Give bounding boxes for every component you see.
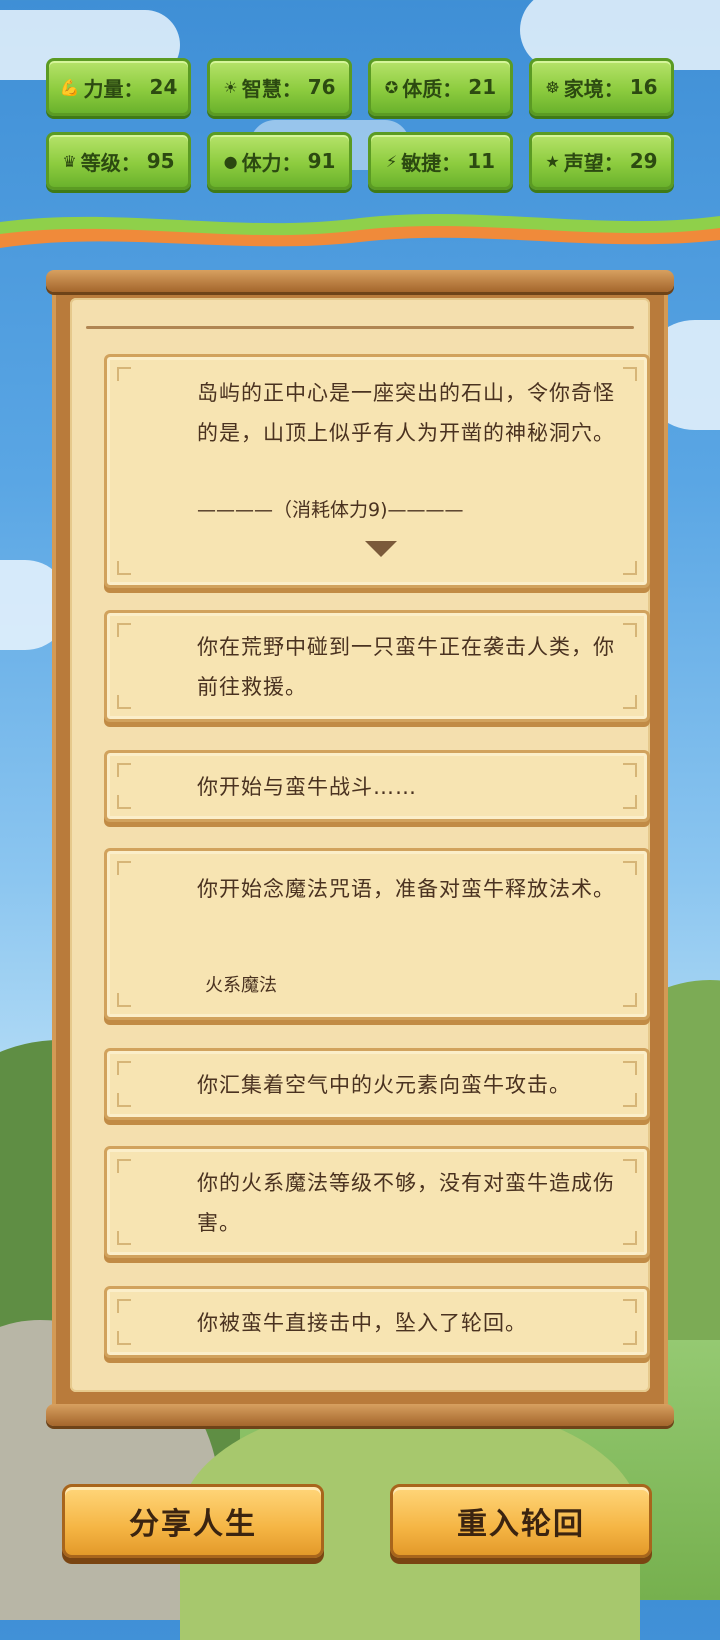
share-life-button[interactable]: 分享人生	[62, 1484, 324, 1558]
event-text: 你开始念魔法咒语，准备对蛮牛释放法术。	[197, 877, 615, 901]
event-text: 你开始与蛮牛战斗……	[197, 775, 417, 799]
stat-level: ♛ 等级： 95	[46, 132, 191, 190]
event-card-2: 你在荒野中碰到一只蛮牛正在袭击人类，你前往救援。	[104, 610, 650, 722]
stat-label: 体力：	[241, 150, 302, 175]
event-card-4: 你开始念魔法咒语，准备对蛮牛释放法术。 火系魔法	[104, 848, 650, 1020]
stat-value: 16	[629, 75, 658, 99]
wisdom-icon: ☀	[223, 77, 238, 97]
stats-panel: 💪 力量： 24 ☀ 智慧： 76 ✪ 体质： 21 ☸ 家境： 16 ♛ 等级： 95 ● 体力： 9…	[46, 58, 674, 190]
stat-value: 24	[149, 75, 178, 99]
stat-label: 力量：	[83, 76, 144, 101]
stat-value: 76	[307, 75, 336, 99]
stat-label: 敏捷：	[401, 150, 462, 175]
event-text: 你被蛮牛直接击中，坠入了轮回。	[197, 1311, 527, 1335]
event-card-3: 你开始与蛮牛战斗……	[104, 750, 650, 822]
spell-type: 火系魔法	[205, 975, 277, 996]
stat-value: 95	[146, 149, 175, 173]
stat-value: 91	[307, 149, 336, 173]
event-card-6: 你的火系魔法等级不够，没有对蛮牛造成伤害。	[104, 1146, 650, 1258]
scroll-paper: 岛屿的正中心是一座突出的石山，令你奇怪的是，山顶上似乎有人为开凿的神秘洞穴。 —…	[70, 298, 650, 1392]
stat-label: 等级：	[80, 150, 141, 175]
reincarnate-button[interactable]: 重入轮回	[390, 1484, 652, 1558]
event-text: 你的火系魔法等级不够，没有对蛮牛造成伤害。	[197, 1171, 615, 1235]
event-scroll-panel[interactable]: 岛屿的正中心是一座突出的石山，令你奇怪的是，山顶上似乎有人为开凿的神秘洞穴。 —…	[46, 270, 674, 1426]
stat-label: 家境：	[563, 76, 624, 101]
divider	[86, 326, 634, 329]
event-card-1: 岛屿的正中心是一座突出的石山，令你奇怪的是，山顶上似乎有人为开凿的神秘洞穴。 —…	[104, 354, 650, 588]
stat-value: 21	[468, 75, 497, 99]
event-text: 岛屿的正中心是一座突出的石山，令你奇怪的是，山顶上似乎有人为开凿的神秘洞穴。	[197, 381, 615, 445]
event-card-7: 你被蛮牛直接击中，坠入了轮回。	[104, 1286, 650, 1358]
scroll-top-rod	[46, 270, 674, 292]
strength-icon: 💪	[59, 77, 80, 97]
family-icon: ☸	[545, 77, 560, 97]
reputation-icon: ★	[545, 151, 560, 171]
event-text: 你在荒野中碰到一只蛮牛正在袭击人类，你前往救援。	[197, 635, 615, 699]
stat-value: 29	[629, 149, 658, 173]
stat-label: 声望：	[563, 150, 624, 175]
stat-value: 11	[467, 149, 496, 173]
stat-strength: 💪 力量： 24	[46, 58, 191, 116]
stamina-icon: ●	[223, 151, 238, 171]
stat-label: 体质：	[402, 76, 463, 101]
stat-reputation: ★ 声望： 29	[529, 132, 674, 190]
event-text: 你汇集着空气中的火元素向蛮牛攻击。	[197, 1073, 571, 1097]
stat-label: 智慧：	[241, 76, 302, 101]
scroll-bottom-rod	[46, 1404, 674, 1426]
event-card-5: 你汇集着空气中的火元素向蛮牛攻击。	[104, 1048, 650, 1120]
agility-icon: ⚡	[385, 151, 398, 171]
stat-wisdom: ☀ 智慧： 76	[207, 58, 352, 116]
stat-agility: ⚡ 敏捷： 11	[368, 132, 513, 190]
stamina-cost: ————（消耗体力9)————	[197, 499, 464, 521]
level-icon: ♛	[62, 151, 77, 171]
chevron-down-icon[interactable]	[365, 541, 397, 557]
stat-family: ☸ 家境： 16	[529, 58, 674, 116]
stat-stamina: ● 体力： 91	[207, 132, 352, 190]
constitution-icon: ✪	[384, 77, 399, 97]
wave-ribbon	[0, 213, 720, 248]
stat-constitution: ✪ 体质： 21	[368, 58, 513, 116]
